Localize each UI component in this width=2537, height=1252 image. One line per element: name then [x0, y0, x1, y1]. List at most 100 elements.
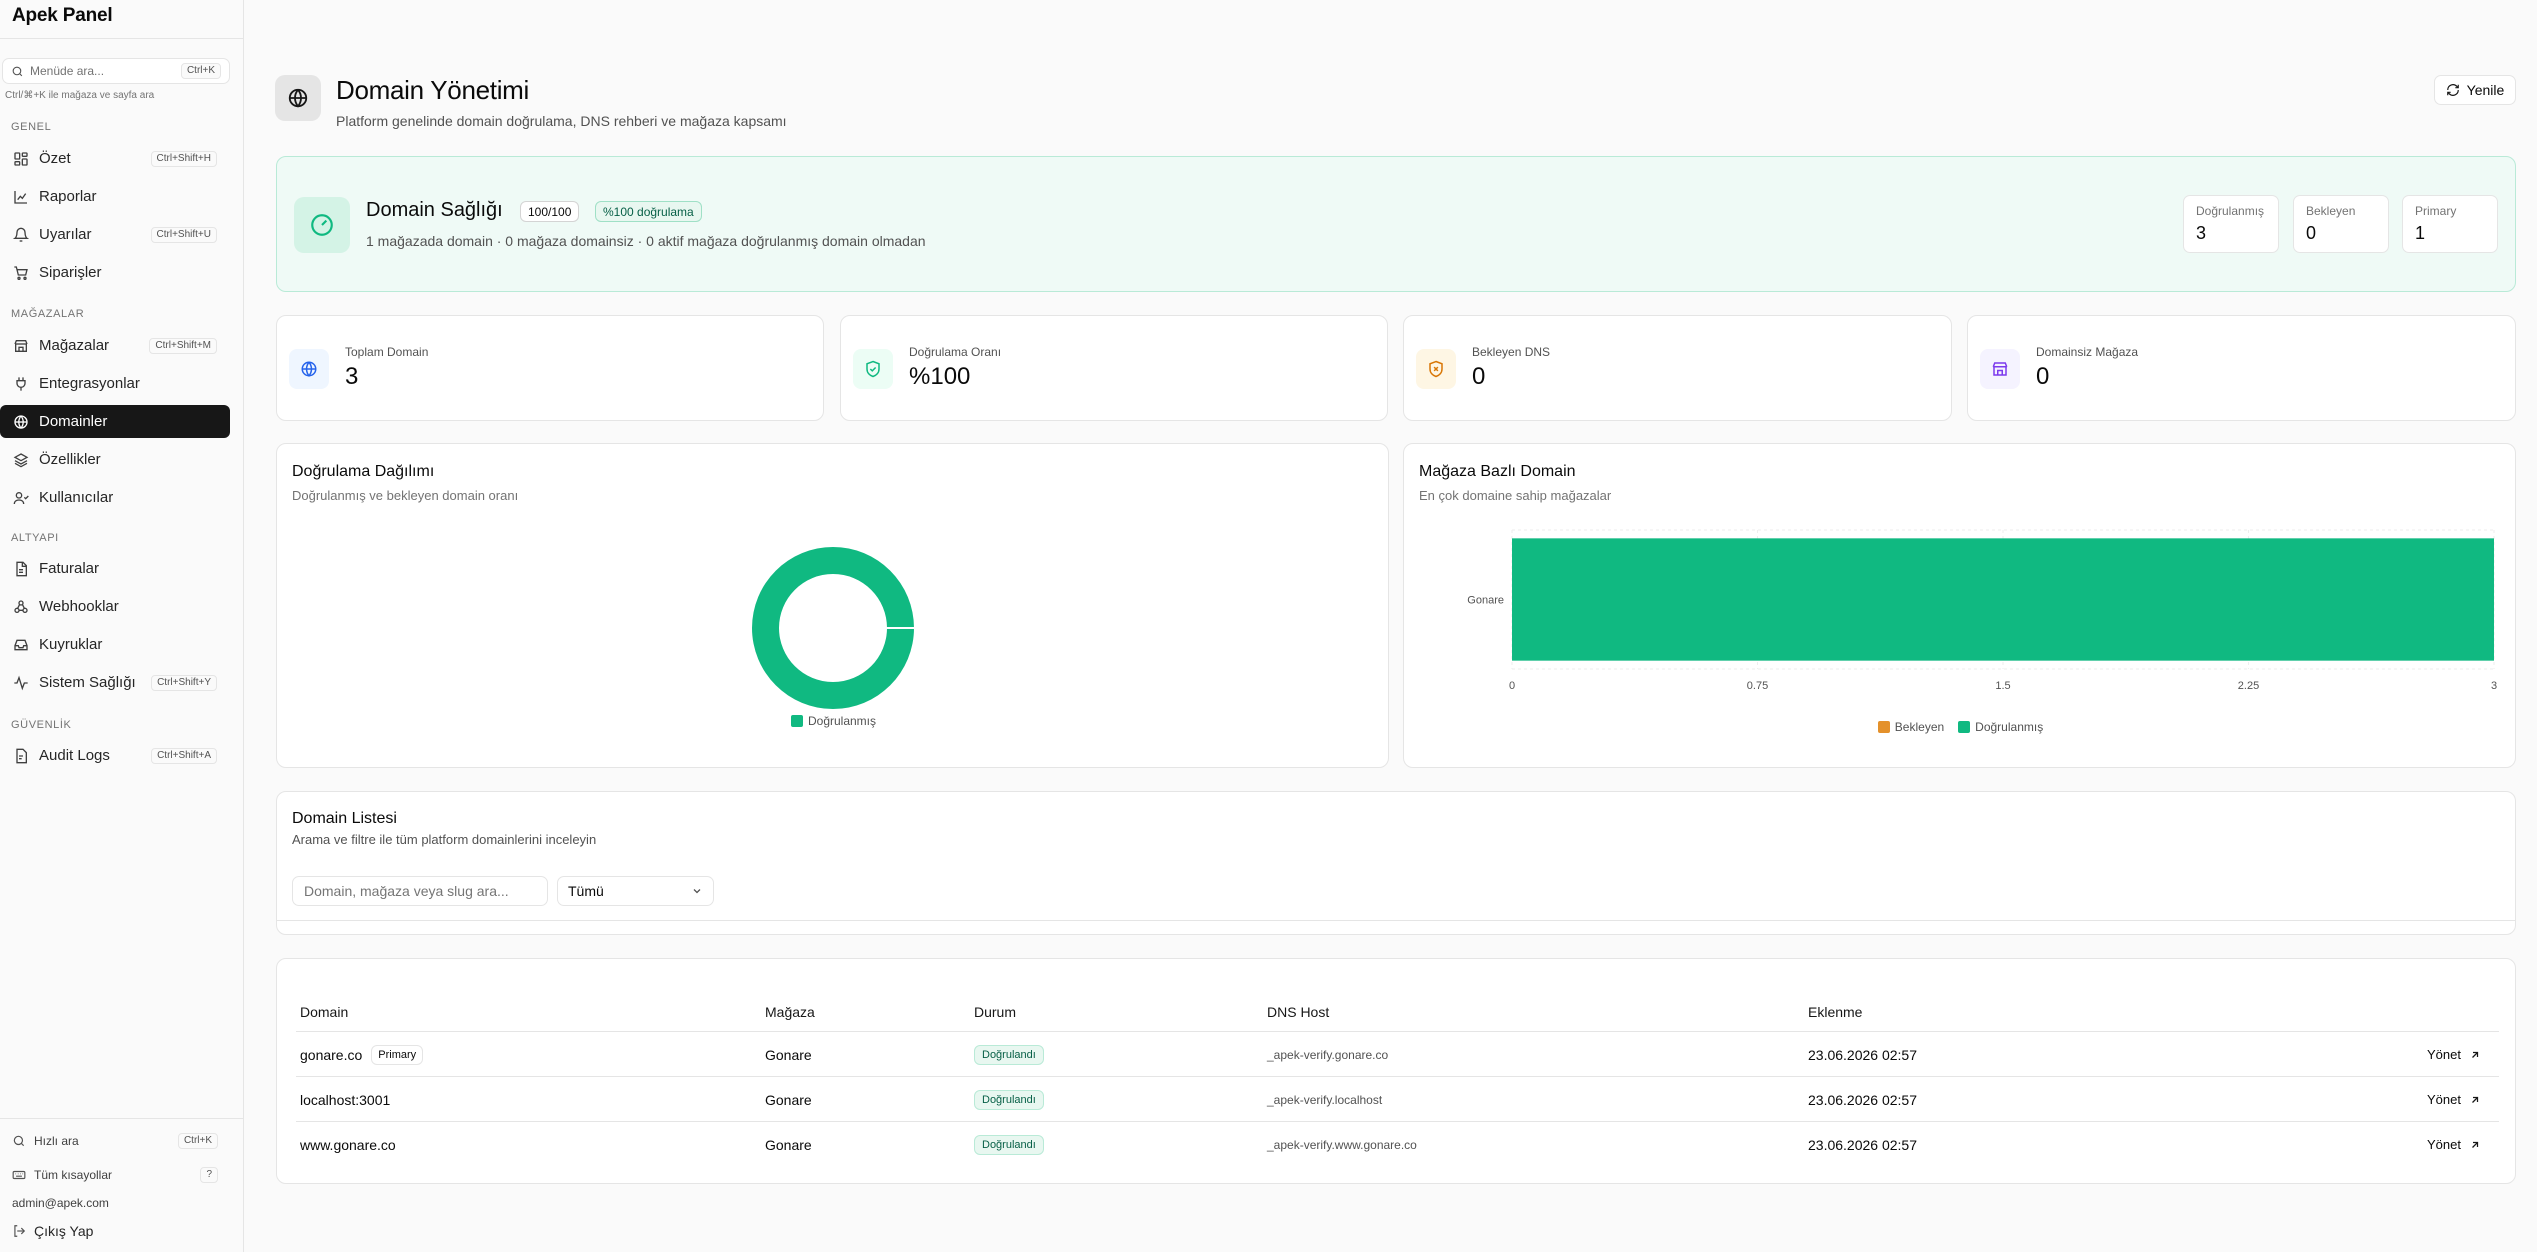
all-shortcuts-button[interactable]: Tüm kısayollar ?	[0, 1164, 230, 1186]
pending-mini-stat: Bekleyen 0	[2293, 195, 2389, 253]
plug-icon	[16, 376, 26, 391]
dns-host-cell: _apek-verify.localhost	[1267, 1092, 1383, 1107]
sidebar-item-siparisler[interactable]: Siparişler	[0, 256, 230, 289]
bar-chart: 0 0.75 1.5 2.25 3 Gonare	[1467, 529, 2497, 692]
stat-card-total-domain: Toplam Domain 3	[276, 315, 824, 421]
primary-badge: Primary	[371, 1044, 424, 1065]
stat-label: Doğrulama Oranı	[909, 345, 1002, 359]
sidebar-item-ozellikler[interactable]: Özellikler	[0, 443, 230, 476]
verification-distribution-card: Doğrulama Dağılımı Doğrulanmış ve bekley…	[276, 443, 1389, 768]
manage-label: Yönet	[2427, 1092, 2461, 1107]
users-icon	[13, 491, 29, 504]
sidebar-item-domainler[interactable]: Domainler	[0, 405, 230, 438]
store-icon	[1992, 362, 2008, 376]
store-cell: Gonare	[765, 1046, 812, 1063]
chevron-down-icon	[693, 889, 701, 894]
domain-name: localhost:3001	[300, 1091, 391, 1108]
health-score-badge: 100/100	[520, 201, 580, 222]
sidebar-item-label: Entegrasyonlar	[39, 375, 140, 392]
stat-card-storeless: Domainsiz Mağaza 0	[1967, 315, 2516, 421]
sidebar-item-ozet[interactable]: Özet Ctrl+Shift+H	[0, 142, 230, 175]
domain-health-card: Domain Sağlığı 100/100 %100 doğrulama 1 …	[276, 156, 2516, 292]
sidebar-item-kuyruklar[interactable]: Kuyruklar	[0, 628, 230, 661]
manage-button[interactable]: Yönet	[2427, 1122, 2481, 1167]
app-title: Apek Panel	[12, 5, 113, 26]
legend-label: Bekleyen	[1894, 720, 1945, 734]
added-cell: 23.06.2026 02:57	[1808, 1136, 1917, 1153]
store-domain-card: Mağaza Bazlı Domain En çok domaine sahip…	[1403, 443, 2516, 768]
chart-icon	[14, 190, 27, 204]
sidebar-item-faturalar[interactable]: Faturalar	[0, 552, 230, 585]
stat-label: Domainsiz Mağaza	[2036, 345, 2139, 359]
legend-item[interactable]: Bekleyen	[1877, 720, 1945, 734]
x-tick-label: 0	[1509, 680, 1515, 692]
layers-icon	[13, 452, 29, 467]
legend-item[interactable]: Doğrulanmış	[1958, 720, 2043, 734]
logout-label: Çıkış Yap	[34, 1223, 94, 1239]
keyboard-icon	[12, 1170, 26, 1180]
verified-mini-stat: Doğrulanmış 3	[2183, 195, 2279, 253]
domain-list-card: Domain Listesi Arama ve filtre ile tüm p…	[276, 791, 2516, 935]
status-badge: Doğrulandı	[974, 1044, 1044, 1065]
activity-icon	[14, 675, 28, 690]
globe-icon	[301, 361, 317, 377]
status-filter-select[interactable]: Tümü	[557, 876, 714, 906]
store-cell: Gonare	[765, 1136, 812, 1153]
external-arrow-icon	[2472, 1141, 2479, 1148]
log-icon	[16, 748, 27, 763]
card-subtitle: En çok domaine sahip mağazalar	[1419, 488, 1612, 503]
menu-search-input[interactable]: Menüde ara... Ctrl+K	[2, 58, 230, 84]
section-stores: MAĞAZALAR	[11, 308, 85, 320]
refresh-button[interactable]: Yenile	[2434, 75, 2516, 105]
sidebar-item-raporlar[interactable]: Raporlar	[0, 180, 230, 213]
globe-icon	[14, 414, 28, 429]
domain-name: www.gonare.co	[300, 1136, 396, 1153]
x-tick-label: 2.25	[2238, 680, 2259, 692]
shortcut-badge: Ctrl+Shift+M	[149, 337, 217, 354]
shortcut-badge: Ctrl+Shift+A	[151, 747, 217, 764]
sidebar-item-magazalar[interactable]: Mağazalar Ctrl+Shift+M	[0, 329, 230, 362]
sidebar-item-label: Webhooklar	[39, 598, 119, 615]
sidebar-item-uyarilar[interactable]: Uyarılar Ctrl+Shift+U	[0, 218, 230, 251]
manage-label: Yönet	[2427, 1137, 2461, 1152]
shortcut-badge: Ctrl+Shift+H	[150, 150, 217, 167]
sidebar-item-audit-logs[interactable]: Audit Logs Ctrl+Shift+A	[0, 739, 230, 772]
status-cell: Doğrulandı	[974, 1077, 1044, 1122]
sidebar-item-webhooklar[interactable]: Webhooklar	[0, 590, 230, 623]
status-badge: Doğrulandı	[974, 1089, 1044, 1110]
health-icon-box	[294, 197, 350, 253]
col-header-added: Eklenme	[1808, 1004, 1863, 1020]
status-cell: Doğrulandı	[974, 1032, 1044, 1077]
manage-button[interactable]: Yönet	[2427, 1032, 2481, 1077]
search-icon	[12, 66, 23, 76]
logout-button[interactable]: Çıkış Yap	[0, 1220, 230, 1242]
bar-doğrulanmış[interactable]	[1512, 538, 2494, 661]
sidebar-item-sistem-sagligi[interactable]: Sistem Sağlığı Ctrl+Shift+Y	[0, 666, 230, 699]
external-arrow-icon	[2472, 1096, 2479, 1103]
mini-stat-value: 1	[2415, 223, 2426, 243]
legend-item[interactable]: Doğrulanmış	[790, 714, 876, 728]
domain-cell: www.gonare.co	[300, 1122, 396, 1167]
y-tick-label: Gonare	[1467, 595, 1504, 607]
manage-button[interactable]: Yönet	[2427, 1077, 2481, 1122]
legend-swatch	[1877, 721, 1890, 733]
sidebar-item-kullanicilar[interactable]: Kullanıcılar	[0, 481, 230, 514]
dns-host-cell: _apek-verify.www.gonare.co	[1267, 1137, 1417, 1152]
table-row: www.gonare.co Gonare Doğrulandı _apek-ve…	[296, 1121, 2499, 1166]
mini-stat-label: Bekleyen	[2306, 204, 2356, 218]
domain-search-input[interactable]	[292, 876, 548, 906]
logout-icon	[14, 1225, 26, 1237]
bar-legend: Bekleyen Doğrulanmış	[1404, 720, 2517, 734]
col-header-status: Durum	[974, 1004, 1017, 1020]
mini-stat-label: Doğrulanmış	[2196, 204, 2265, 218]
search-hint: Ctrl/⌘+K ile mağaza ve sayfa ara	[5, 90, 155, 101]
added-cell: 23.06.2026 02:57	[1808, 1091, 1917, 1108]
legend-swatch	[1958, 721, 1971, 733]
card-title: Mağaza Bazlı Domain	[1419, 463, 1576, 480]
quick-search-button[interactable]: Hızlı ara Ctrl+K	[0, 1130, 230, 1152]
table-row: gonare.co Primary Gonare Doğrulandı _ape…	[296, 1031, 2499, 1076]
sidebar-item-entegrasyonlar[interactable]: Entegrasyonlar	[0, 367, 230, 400]
sidebar-item-label: Özellikler	[39, 451, 101, 468]
status-cell: Doğrulandı	[974, 1122, 1044, 1167]
globe-icon	[288, 88, 308, 108]
